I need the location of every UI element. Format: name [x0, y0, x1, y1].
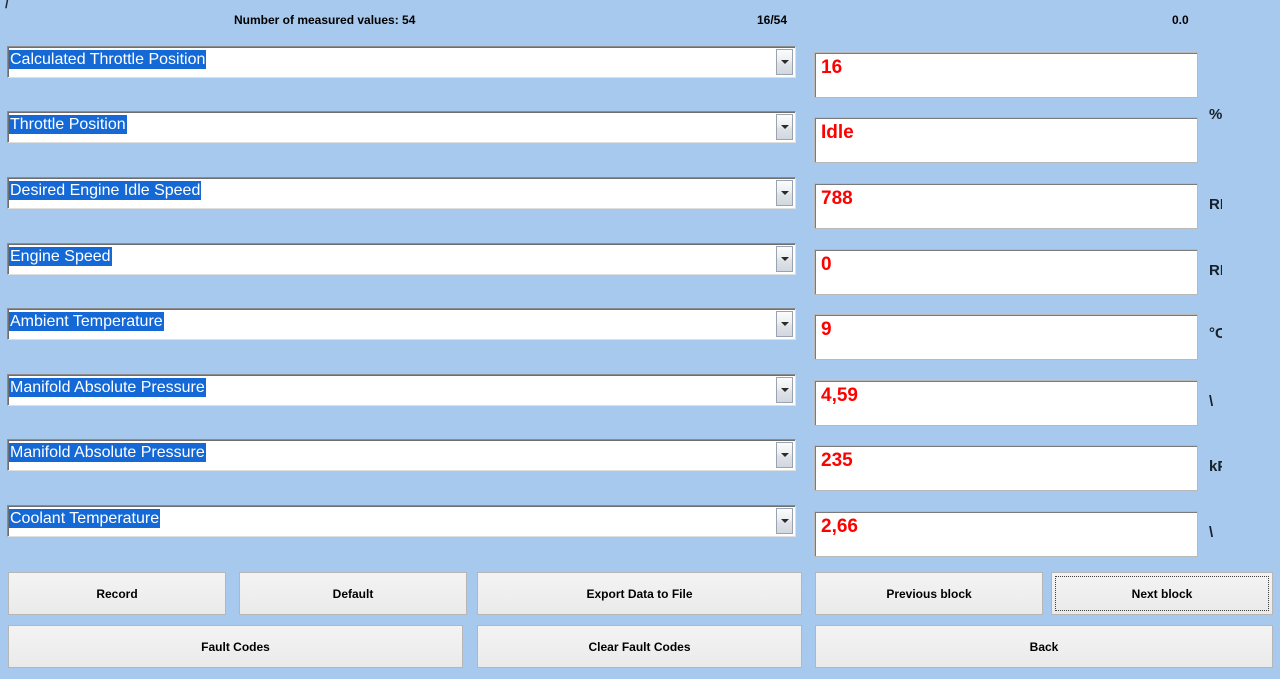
unit-label-4: RPM: [1209, 262, 1222, 279]
measurement-row: Coolant Temperature 2,66 \: [0, 501, 1280, 567]
unit-label-7: kPa: [1209, 458, 1222, 475]
default-button[interactable]: Default: [239, 572, 467, 615]
parameter-select-3[interactable]: Desired Engine Idle Speed: [7, 177, 796, 209]
value-text-2: Idle: [821, 122, 854, 143]
focus-ring: [1055, 576, 1269, 611]
default-button-label: Default: [332, 586, 374, 601]
parameter-select-label-7: Manifold Absolute Pressure: [9, 443, 206, 462]
export-data-button-label: Export Data to File: [586, 586, 693, 601]
value-text-4: 0: [821, 254, 832, 275]
measurement-row: Ambient Temperature 9 °C: [0, 304, 1280, 370]
chevron-down-icon[interactable]: [776, 246, 793, 272]
fault-codes-button-label: Fault Codes: [201, 639, 270, 654]
chevron-down-icon[interactable]: [776, 442, 793, 468]
parameter-select-4[interactable]: Engine Speed: [7, 243, 796, 275]
unit-label-3: RPM: [1209, 196, 1222, 213]
previous-block-button[interactable]: Previous block: [815, 572, 1043, 615]
parameter-select-label-4: Engine Speed: [9, 247, 112, 266]
value-text-8: 2,66: [821, 516, 858, 537]
measurement-row: Desired Engine Idle Speed 788 RPM: [0, 173, 1280, 239]
unit-label-5: °C: [1209, 325, 1222, 342]
measurement-row: Throttle Position Idle: [0, 107, 1280, 173]
value-field-3[interactable]: 788: [814, 183, 1198, 229]
parameter-select-label-5: Ambient Temperature: [9, 312, 164, 331]
measured-values-count-label: Number of measured values: 54: [234, 13, 416, 27]
value-text-7: 235: [821, 450, 853, 471]
parameter-select-1[interactable]: Calculated Throttle Position: [7, 46, 796, 78]
back-button-label: Back: [1029, 639, 1059, 654]
value-field-8[interactable]: 2,66: [814, 511, 1198, 557]
measured-values-screen: / Number of measured values: 54 16/54 0.…: [0, 0, 1280, 679]
parameter-select-5[interactable]: Ambient Temperature: [7, 308, 796, 340]
measurement-row: Calculated Throttle Position 16 %: [0, 42, 1280, 123]
chevron-down-icon[interactable]: [776, 114, 793, 140]
value-text-5: 9: [821, 319, 832, 340]
chevron-down-icon[interactable]: [776, 49, 793, 75]
parameter-select-2[interactable]: Throttle Position: [7, 111, 796, 143]
corner-slash-mark: /: [5, 0, 9, 11]
measurement-row: Engine Speed 0 RPM: [0, 239, 1280, 305]
record-button[interactable]: Record: [8, 572, 226, 615]
value-text-1: 16: [821, 57, 843, 78]
value-text-6: 4,59: [821, 385, 858, 406]
measurement-row: Manifold Absolute Pressure 4,59 \: [0, 370, 1280, 436]
next-block-button[interactable]: Next block: [1051, 572, 1273, 615]
previous-block-button-label: Previous block: [886, 586, 972, 601]
chevron-down-icon[interactable]: [776, 377, 793, 403]
refresh-rate-label: 0.0: [1172, 13, 1189, 27]
record-button-label: Record: [96, 586, 138, 601]
parameter-select-label-6: Manifold Absolute Pressure: [9, 378, 206, 397]
parameter-select-6[interactable]: Manifold Absolute Pressure: [7, 374, 796, 406]
measurement-row: Manifold Absolute Pressure 235 kPa: [0, 435, 1280, 501]
parameter-select-7[interactable]: Manifold Absolute Pressure: [7, 439, 796, 471]
chevron-down-icon[interactable]: [776, 311, 793, 337]
value-field-4[interactable]: 0: [814, 249, 1198, 295]
value-field-5[interactable]: 9: [814, 314, 1198, 360]
unit-label-6: \: [1209, 393, 1214, 410]
parameter-select-label-2: Throttle Position: [9, 115, 127, 134]
value-text-3: 788: [821, 188, 853, 209]
export-data-button[interactable]: Export Data to File: [477, 572, 802, 615]
chevron-down-icon[interactable]: [776, 508, 793, 534]
clear-fault-codes-button-label: Clear Fault Codes: [588, 639, 691, 654]
parameter-select-label-8: Coolant Temperature: [9, 509, 161, 528]
block-index-label: 16/54: [757, 13, 788, 27]
back-button[interactable]: Back: [815, 625, 1273, 668]
unit-label-8: \: [1209, 524, 1214, 541]
parameter-select-label-1: Calculated Throttle Position: [9, 50, 207, 69]
chevron-down-icon[interactable]: [776, 180, 793, 206]
fault-codes-button[interactable]: Fault Codes: [8, 625, 463, 668]
parameter-select-8[interactable]: Coolant Temperature: [7, 505, 796, 537]
value-field-2[interactable]: Idle: [814, 117, 1198, 163]
value-field-7[interactable]: 235: [814, 445, 1198, 491]
parameter-select-label-3: Desired Engine Idle Speed: [9, 181, 202, 200]
clear-fault-codes-button[interactable]: Clear Fault Codes: [477, 625, 802, 668]
next-block-button-label: Next block: [1131, 586, 1193, 601]
value-field-6[interactable]: 4,59: [814, 380, 1198, 426]
value-field-1[interactable]: 16: [814, 52, 1198, 98]
